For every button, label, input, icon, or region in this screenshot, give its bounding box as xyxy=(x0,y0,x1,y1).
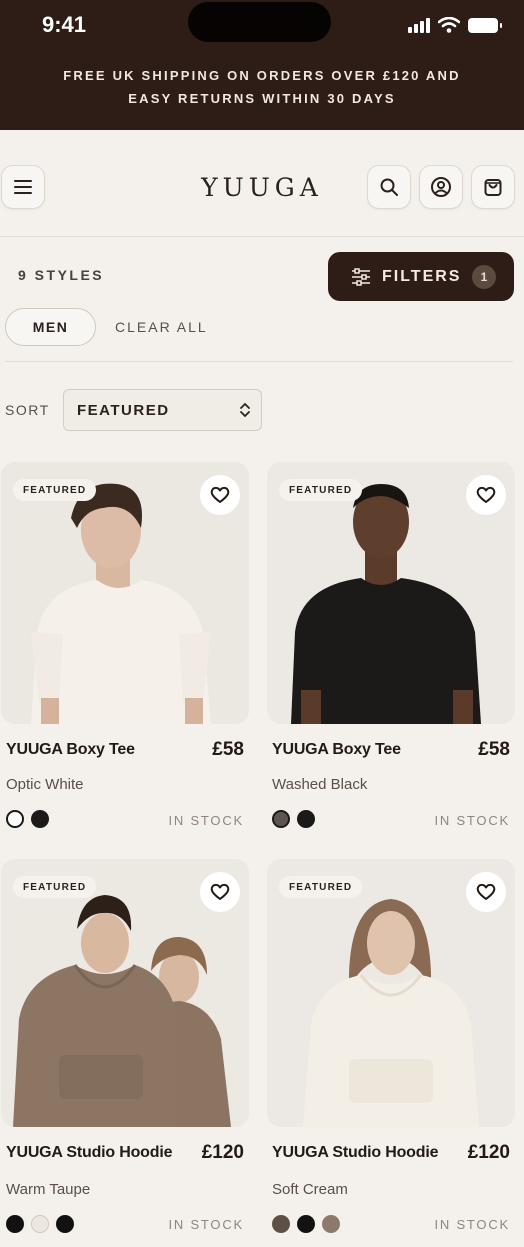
color-swatches xyxy=(272,1215,340,1233)
clear-all-link[interactable]: CLEAR ALL xyxy=(115,319,208,335)
product-price: £120 xyxy=(467,1142,510,1163)
product-name[interactable]: YUUGA Studio Hoodie xyxy=(6,1144,172,1162)
stock-status: IN STOCK xyxy=(434,813,510,828)
stock-status: IN STOCK xyxy=(434,1217,510,1232)
product-name[interactable]: YUUGA Boxy Tee xyxy=(6,741,135,759)
product-color: Optic White xyxy=(6,776,84,793)
heart-icon xyxy=(210,486,230,503)
chevron-up-down-icon xyxy=(240,402,250,418)
promo-line-1: FREE UK SHIPPING ON ORDERS OVER £120 AND xyxy=(63,68,461,83)
filter-chip-men[interactable]: MEN xyxy=(5,308,96,346)
promo-line-2: EASY RETURNS WITHIN 30 DAYS xyxy=(128,91,396,106)
top-banner: 9:41 FREE UK SHIPPING ON ORDERS OVER £12… xyxy=(0,0,524,130)
swatch-3[interactable] xyxy=(322,1215,340,1233)
product-image[interactable]: FEATURED xyxy=(267,859,515,1127)
product-card[interactable]: FEATURED YUUGA Studio Hoodie £120 Warm T… xyxy=(1,859,249,1239)
color-swatches xyxy=(6,1215,74,1233)
swatch-optic-white[interactable] xyxy=(6,810,24,828)
color-swatches xyxy=(272,810,315,828)
dynamic-island xyxy=(188,2,331,42)
wishlist-button[interactable] xyxy=(200,475,240,515)
heart-icon xyxy=(476,486,496,503)
featured-tag: FEATURED xyxy=(13,479,97,501)
status-time: 9:41 xyxy=(42,12,87,37)
bag-icon xyxy=(484,179,502,196)
account-icon xyxy=(431,177,451,197)
filters-count-badge: 1 xyxy=(472,265,496,289)
heart-icon xyxy=(210,883,230,900)
search-icon xyxy=(380,178,398,196)
heart-icon xyxy=(476,883,496,900)
stock-status: IN STOCK xyxy=(168,813,244,828)
swatch-2[interactable] xyxy=(297,1215,315,1233)
stock-status: IN STOCK xyxy=(168,1217,244,1232)
product-price: £58 xyxy=(478,739,510,760)
swatch-1[interactable] xyxy=(6,1215,24,1233)
styles-count: 9 STYLES xyxy=(18,267,105,283)
product-card[interactable]: FEATURED YUUGA Boxy Tee £58 Optic White … xyxy=(1,462,249,842)
search-button[interactable] xyxy=(367,165,411,209)
product-color: Warm Taupe xyxy=(6,1181,91,1198)
product-card[interactable]: FEATURED YUUGA Studio Hoodie £120 Soft C… xyxy=(267,859,515,1239)
swatch-1[interactable] xyxy=(272,1215,290,1233)
sort-label: SORT xyxy=(5,402,50,418)
product-image[interactable]: FEATURED xyxy=(1,462,249,724)
account-button[interactable] xyxy=(419,165,463,209)
signal-icon xyxy=(408,17,430,33)
swatch-black[interactable] xyxy=(31,810,49,828)
product-color: Soft Cream xyxy=(272,1181,348,1198)
bag-button[interactable] xyxy=(471,165,515,209)
product-name[interactable]: YUUGA Studio Hoodie xyxy=(272,1144,438,1162)
product-image[interactable]: FEATURED xyxy=(1,859,249,1127)
divider xyxy=(5,361,513,362)
product-price: £58 xyxy=(212,739,244,760)
sort-value: FEATURED xyxy=(77,401,170,419)
swatch-washed-black[interactable] xyxy=(272,810,290,828)
swatch-3[interactable] xyxy=(56,1215,74,1233)
wishlist-button[interactable] xyxy=(200,872,240,912)
wifi-icon xyxy=(438,17,460,33)
swatch-black[interactable] xyxy=(297,810,315,828)
wishlist-button[interactable] xyxy=(466,872,506,912)
battery-icon xyxy=(468,17,502,33)
sort-select[interactable]: FEATURED xyxy=(63,389,262,431)
filters-label: FILTERS xyxy=(382,267,462,285)
swatch-2[interactable] xyxy=(31,1215,49,1233)
featured-tag: FEATURED xyxy=(279,876,363,898)
product-name[interactable]: YUUGA Boxy Tee xyxy=(272,741,401,759)
featured-tag: FEATURED xyxy=(279,479,363,501)
product-card[interactable]: FEATURED YUUGA Boxy Tee £58 Washed Black… xyxy=(267,462,515,842)
product-image[interactable]: FEATURED xyxy=(267,462,515,724)
featured-tag: FEATURED xyxy=(13,876,97,898)
site-header: YUUGA xyxy=(0,130,524,237)
product-price: £120 xyxy=(201,1142,244,1163)
filters-button[interactable]: FILTERS 1 xyxy=(328,252,514,301)
promo-banner: FREE UK SHIPPING ON ORDERS OVER £120 AND… xyxy=(0,64,524,110)
status-icons xyxy=(408,15,502,35)
product-color: Washed Black xyxy=(272,776,368,793)
color-swatches xyxy=(6,810,49,828)
filters-icon xyxy=(352,267,370,286)
wishlist-button[interactable] xyxy=(466,475,506,515)
